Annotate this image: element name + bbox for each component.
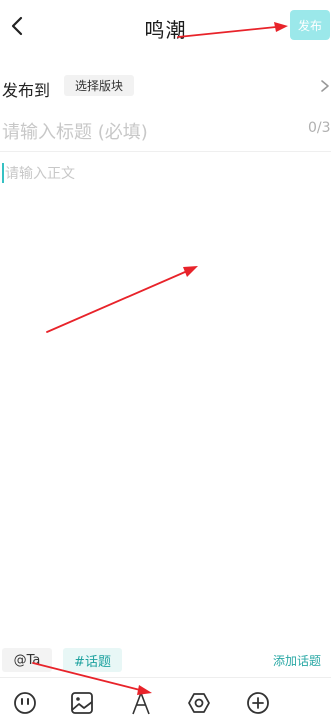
arrow-to-body [46,266,198,333]
title-char-counter: 0/3 [308,120,331,136]
text-cursor [2,163,4,183]
text-style-icon[interactable] [129,690,153,716]
add-icon[interactable] [246,690,270,716]
chevron-right-icon[interactable] [318,78,331,94]
mention-button[interactable]: @Ta [2,648,52,672]
add-topic-link[interactable]: 添加话题 [273,652,321,669]
annotation-arrows [32,22,288,695]
divider [0,677,331,678]
emoji-icon[interactable] [13,690,37,716]
body-input[interactable]: 请输入正文 [5,163,75,183]
settings-icon[interactable] [187,690,211,716]
publish-button[interactable]: 发布 [290,10,330,40]
topic-button[interactable]: #话题 [63,648,122,672]
divider [0,151,331,152]
select-board-button[interactable]: 选择版块 [64,75,134,96]
page-title: 鸣潮 [144,18,187,42]
post-to-label: 发布到 [2,81,51,100]
image-icon[interactable] [70,690,94,716]
title-input[interactable]: 请输入标题 (必填) [2,118,148,144]
